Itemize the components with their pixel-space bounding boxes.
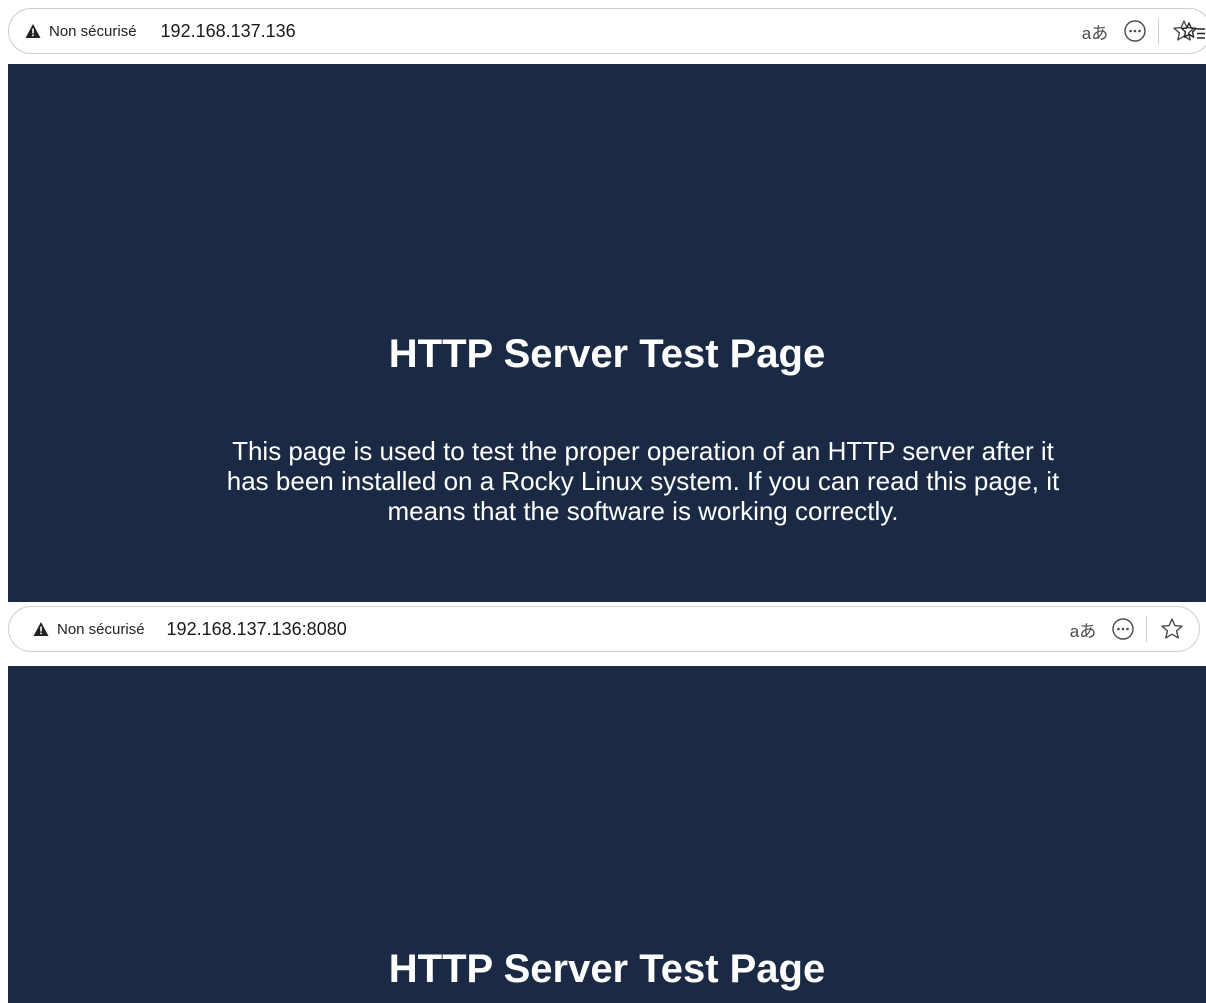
toolbar-divider [1158,18,1159,44]
warning-icon[interactable] [33,621,49,637]
warning-icon[interactable] [25,23,41,39]
favorite-star-icon[interactable] [1159,616,1185,642]
page-title: HTTP Server Test Page [388,332,826,376]
translate-icon[interactable]: aあ [1082,19,1108,44]
browser-window-2: Non sécurisé 192.168.137.136:8080 aあ HTT… [0,602,1206,1003]
more-options-icon[interactable] [1110,616,1136,642]
page-title: HTTP Server Test Page [388,947,826,991]
toolbar-divider [1146,616,1147,642]
page-content: HTTP Server Test Page This page is used … [8,64,1206,602]
translate-icon[interactable]: aあ [1070,617,1096,642]
favorites-list-icon[interactable] [1180,19,1206,45]
page-content: HTTP Server Test Page [8,666,1206,1003]
address-bar[interactable]: Non sécurisé 192.168.137.136:8080 aあ [8,606,1200,652]
not-secure-label[interactable]: Non sécurisé [49,23,137,40]
not-secure-label[interactable]: Non sécurisé [57,621,145,638]
address-bar[interactable]: Non sécurisé 192.168.137.136 aあ [8,8,1206,54]
browser-window-1: Non sécurisé 192.168.137.136 aあ HTTP Ser… [0,0,1206,602]
url-text[interactable]: 192.168.137.136 [161,21,296,42]
more-options-icon[interactable] [1122,18,1148,44]
page-description: This page is used to test the proper ope… [226,436,1060,526]
url-text[interactable]: 192.168.137.136:8080 [167,619,347,640]
